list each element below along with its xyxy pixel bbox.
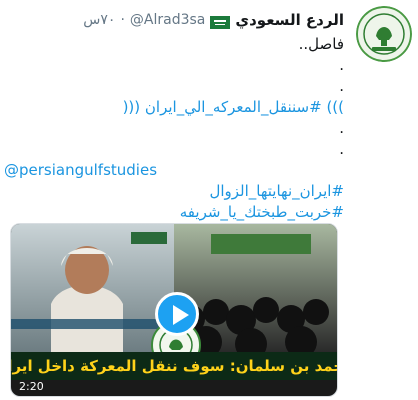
text-line: .	[339, 77, 344, 95]
hashtag-link[interactable]: #خربت_طبختك_يا_شريفه	[4, 202, 344, 223]
tweet-header: الردع السعودي @Alrad3sa · ٧٠س	[64, 9, 344, 31]
text-line: .	[339, 119, 344, 137]
text-line: .	[339, 56, 344, 74]
tweet-text: فاصل.. . . ))) #سننقل_المعركه_الي_ايران …	[4, 34, 344, 223]
video-thumbnail[interactable]: محمد بن سلمان: سوف ننقل المعركة داخل اير…	[10, 223, 338, 397]
hashtag-link[interactable]: ))) #سننقل_المعركه_الي_ايران (((	[4, 97, 344, 118]
play-icon	[173, 305, 189, 325]
separator: ·	[120, 12, 125, 28]
saudi-flag-icon	[210, 14, 231, 29]
author-name[interactable]: الردع السعودي	[235, 11, 344, 29]
text-line: فاصل..	[298, 35, 344, 53]
mention-link[interactable]: @persiangulfstudies	[4, 160, 344, 181]
timestamp[interactable]: ٧٠س	[83, 12, 115, 28]
author-handle[interactable]: @Alrad3sa	[130, 12, 205, 28]
hashtag-link[interactable]: #ايران_نهايتها_الزوال	[4, 181, 344, 202]
play-button[interactable]	[155, 292, 199, 336]
avatar[interactable]	[356, 6, 412, 62]
text-line: .	[339, 140, 344, 158]
video-caption: محمد بن سلمان: سوف ننقل المعركة داخل اير…	[11, 352, 337, 380]
video-duration: 2:20	[19, 380, 44, 393]
